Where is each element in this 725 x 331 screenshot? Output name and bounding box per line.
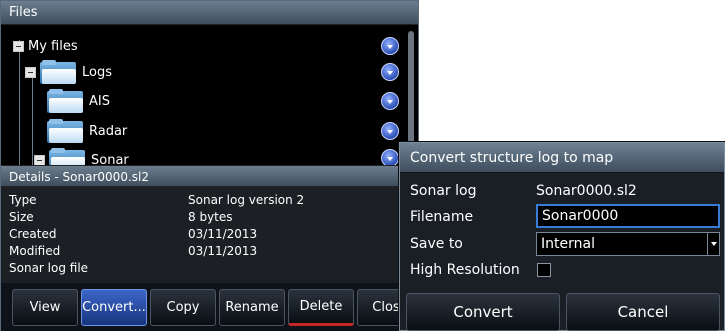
detail-file-kind: Sonar log file bbox=[9, 261, 89, 275]
filename-field[interactable]: Sonar0000 bbox=[536, 204, 720, 228]
tree-item-label: Logs bbox=[82, 64, 112, 80]
folder-icon bbox=[47, 119, 83, 143]
save-to-value: Internal bbox=[541, 236, 595, 252]
detail-value-size: 8 bytes bbox=[188, 210, 233, 224]
sonar-log-value: Sonar0000.sl2 bbox=[536, 183, 637, 199]
dialog-cancel-button[interactable]: Cancel bbox=[566, 293, 720, 331]
detail-value-created: 03/11/2013 bbox=[188, 227, 258, 241]
save-to-select[interactable]: Internal bbox=[536, 232, 720, 256]
chevron-down-icon[interactable] bbox=[707, 233, 719, 255]
high-resolution-checkbox[interactable] bbox=[537, 263, 551, 277]
tree-item-label: Radar bbox=[89, 123, 128, 139]
view-button[interactable]: View bbox=[12, 289, 78, 326]
folder-icon bbox=[47, 89, 83, 113]
files-button-bar: View Convert... Copy Rename Delete Close bbox=[1, 283, 423, 331]
collapse-toggle-icon[interactable] bbox=[25, 66, 36, 78]
item-menu-button[interactable] bbox=[381, 63, 399, 81]
detail-label-size: Size bbox=[9, 210, 34, 224]
save-to-label: Save to bbox=[410, 236, 463, 252]
convert-button[interactable]: Convert... bbox=[81, 289, 147, 326]
details-title: Details - Sonar0000.sl2 bbox=[1, 165, 418, 187]
item-menu-button[interactable] bbox=[381, 122, 399, 140]
details-panel: Type Sonar log version 2 Size 8 bytes Cr… bbox=[1, 187, 418, 283]
app-root: Files My files Logs AIS Radar Sonar Deta… bbox=[0, 0, 725, 331]
high-resolution-label: High Resolution bbox=[410, 262, 520, 278]
file-tree: My files Logs AIS Radar Sonar bbox=[1, 25, 418, 181]
sonar-log-label: Sonar log bbox=[410, 183, 477, 199]
convert-dialog: Convert structure log to map Sonar log S… bbox=[399, 142, 725, 331]
collapse-toggle-icon[interactable] bbox=[13, 40, 24, 52]
files-window-title: Files bbox=[1, 1, 418, 25]
detail-value-modified: 03/11/2013 bbox=[188, 244, 258, 258]
delete-button[interactable]: Delete bbox=[288, 289, 354, 326]
tree-item-logs[interactable]: Logs bbox=[25, 57, 112, 87]
detail-label-modified: Modified bbox=[9, 244, 61, 258]
folder-icon bbox=[40, 60, 76, 84]
detail-label-created: Created bbox=[9, 227, 57, 241]
detail-value-type: Sonar log version 2 bbox=[188, 193, 305, 207]
filename-label: Filename bbox=[410, 209, 474, 225]
item-menu-button[interactable] bbox=[381, 37, 399, 55]
detail-label-type: Type bbox=[9, 193, 37, 207]
item-menu-button[interactable] bbox=[381, 92, 399, 110]
dialog-title: Convert structure log to map bbox=[400, 143, 724, 173]
files-window: Files My files Logs AIS Radar Sonar Deta… bbox=[0, 0, 423, 331]
tree-item-label: My files bbox=[28, 38, 78, 54]
tree-item-ais[interactable]: AIS bbox=[47, 86, 110, 116]
dialog-convert-button[interactable]: Convert bbox=[406, 293, 560, 331]
tree-item-label: AIS bbox=[89, 93, 110, 109]
tree-item-radar[interactable]: Radar bbox=[47, 116, 127, 146]
collapse-toggle-icon[interactable] bbox=[34, 154, 45, 166]
copy-button[interactable]: Copy bbox=[150, 289, 216, 326]
rename-button[interactable]: Rename bbox=[219, 289, 285, 326]
